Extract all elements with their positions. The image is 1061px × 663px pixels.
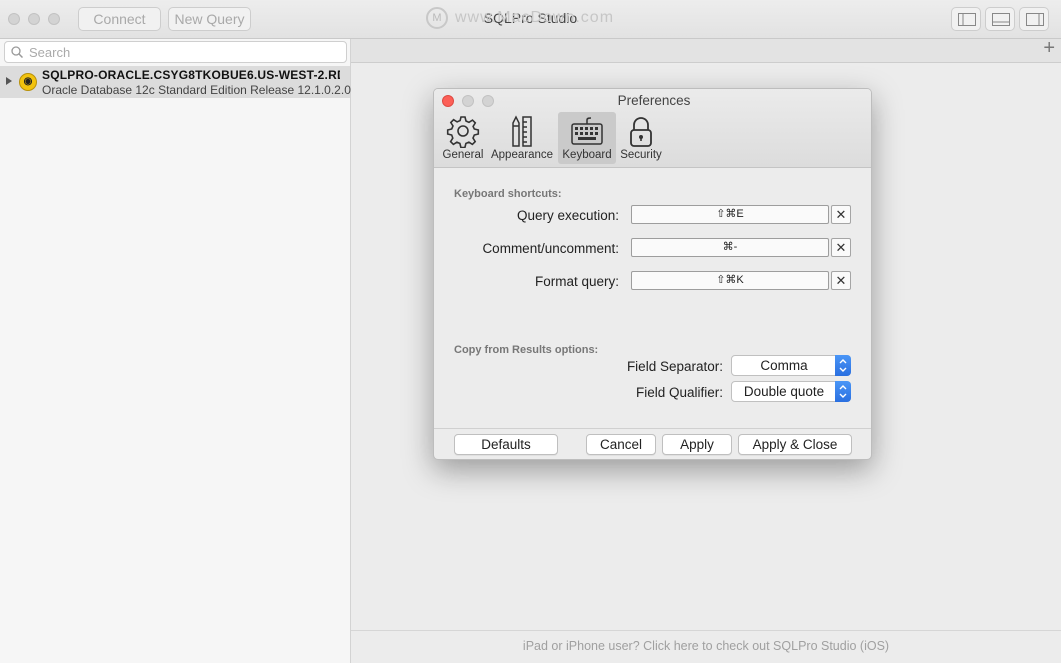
field-separator-value: Comma (760, 358, 808, 373)
keyboard-pane: Keyboard shortcuts: Query execution: ⇧⌘E… (434, 168, 871, 428)
format-query-label: Format query: (534, 274, 619, 289)
field-qualifier-value: Double quote (743, 384, 825, 399)
left-panel-icon (958, 13, 976, 26)
connection-description: Oracle Database 12c Standard Edition Rel… (42, 83, 351, 97)
query-execution-label: Query execution: (516, 208, 619, 223)
field-qualifier-select[interactable]: Double quote (731, 381, 851, 402)
toggle-sidebar-button[interactable] (951, 7, 981, 31)
database-icon: ◉ (19, 73, 37, 91)
chevron-updown-icon (835, 381, 851, 402)
right-panel-icon (1026, 13, 1044, 26)
clear-comment-uncomment-button[interactable]: ✕ (831, 238, 851, 257)
watermark-text: www.MacDown.com (455, 9, 615, 26)
tab-appearance[interactable]: Appearance (489, 112, 555, 164)
copy-results-heading: Copy from Results options: (454, 344, 599, 356)
tab-appearance-label: Appearance (490, 149, 554, 161)
add-tab-icon[interactable]: + (1043, 37, 1055, 60)
format-query-shortcut-field[interactable]: ⇧⌘K (631, 271, 829, 290)
connection-name: SQLPRO-ORACLE.CSYG8TKOBUE6.US-WEST-2.RDS… (42, 68, 340, 82)
tab-security[interactable]: Security (618, 112, 664, 164)
search-input[interactable] (27, 44, 341, 61)
ios-promo-link[interactable]: iPad or iPhone user? Click here to check… (351, 630, 1061, 663)
close-dialog-button[interactable] (442, 95, 454, 107)
tab-keyboard-label: Keyboard (562, 149, 612, 161)
tab-general[interactable]: General (439, 112, 487, 164)
ruler-pencil-icon (512, 115, 532, 147)
tab-security-label: Security (620, 149, 662, 161)
keyboard-icon (571, 117, 603, 145)
cancel-button[interactable]: Cancel (586, 434, 656, 455)
search-icon (11, 46, 23, 58)
apply-close-button[interactable]: Apply & Close (738, 434, 852, 455)
dialog-title: Preferences (617, 93, 691, 108)
query-tab-strip: + (351, 37, 1061, 63)
chevron-updown-icon (835, 355, 851, 376)
toggle-right-panel-button[interactable] (1019, 7, 1049, 31)
tab-general-label: General (442, 149, 484, 161)
field-separator-select[interactable]: Comma (731, 355, 851, 376)
query-execution-shortcut-field[interactable]: ⇧⌘E (631, 205, 829, 224)
minimize-dialog-button (462, 95, 474, 107)
disclosure-triangle-icon[interactable] (6, 77, 12, 85)
tab-keyboard[interactable]: Keyboard (558, 112, 616, 164)
watermark-logo-icon: M (426, 7, 448, 29)
toggle-bottom-panel-button[interactable] (985, 7, 1015, 31)
sidebar: ◉ SQLPRO-ORACLE.CSYG8TKOBUE6.US-WEST-2.R… (0, 39, 351, 663)
bottom-panel-icon (992, 13, 1010, 26)
gear-icon (446, 116, 480, 148)
clear-query-execution-button[interactable]: ✕ (831, 205, 851, 224)
preferences-toolbar: Preferences General Appearance Keyboard … (434, 89, 871, 168)
clear-format-query-button[interactable]: ✕ (831, 271, 851, 290)
comment-uncomment-shortcut-field[interactable]: ⌘- (631, 238, 829, 257)
keyboard-shortcuts-heading: Keyboard shortcuts: (454, 188, 562, 200)
connection-row[interactable]: ◉ SQLPRO-ORACLE.CSYG8TKOBUE6.US-WEST-2.R… (0, 66, 351, 98)
defaults-button[interactable]: Defaults (454, 434, 558, 455)
comment-uncomment-label: Comment/uncomment: (482, 241, 619, 256)
preferences-dialog: Preferences General Appearance Keyboard … (433, 88, 872, 460)
window-titlebar: Connect New Query SQLPro Studio M www.Ma… (0, 0, 1061, 39)
field-qualifier-label: Field Qualifier: (635, 385, 723, 400)
lock-icon (630, 117, 652, 147)
dialog-button-bar: Defaults Cancel Apply Apply & Close (434, 428, 871, 459)
zoom-dialog-button (482, 95, 494, 107)
field-separator-label: Field Separator: (626, 359, 723, 374)
apply-button[interactable]: Apply (662, 434, 732, 455)
search-box[interactable] (4, 41, 347, 63)
